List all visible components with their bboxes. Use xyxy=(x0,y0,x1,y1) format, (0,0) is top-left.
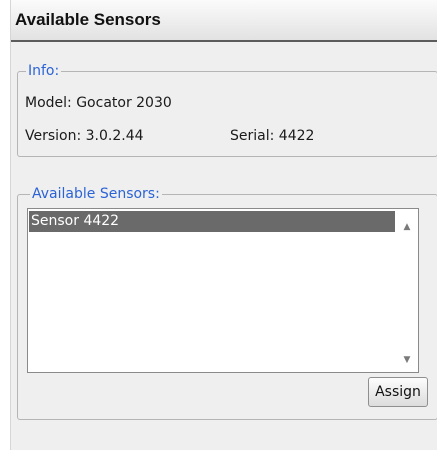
info-legend: Info: xyxy=(26,61,62,81)
model-label: Model: Gocator 2030 xyxy=(25,95,172,111)
available-sensors-panel: Available Sensors Info: Model: Gocator 2… xyxy=(10,0,437,450)
version-label: Version: 3.0.2.44 xyxy=(25,128,144,144)
list-item-sensor-4422[interactable]: Sensor 4422 xyxy=(29,211,395,232)
panel-title: Available Sensors xyxy=(15,10,161,29)
vertical-scrollbar[interactable]: ▲ ▼ xyxy=(396,209,418,372)
serial-label: Serial: 4422 xyxy=(230,128,315,144)
scroll-down-arrow-icon[interactable]: ▼ xyxy=(396,350,418,370)
available-sensors-legend: Available Sensors: xyxy=(30,184,162,204)
scroll-up-arrow-icon[interactable]: ▲ xyxy=(396,217,418,237)
assign-button[interactable]: Assign xyxy=(368,377,428,407)
title-bar: Available Sensors xyxy=(11,0,437,42)
sensor-listbox[interactable]: Sensor 4422 ▲ ▼ xyxy=(27,208,419,373)
